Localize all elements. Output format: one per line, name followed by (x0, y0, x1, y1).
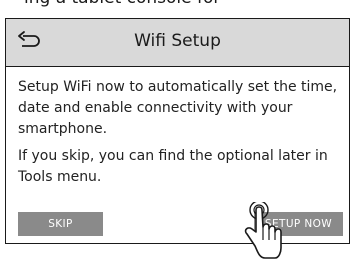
wifi-setup-dialog: Wifi Setup Setup WiFi now to automatical… (5, 18, 350, 244)
skip-button[interactable]: SKIP (18, 212, 103, 236)
hand-pointer-icon (244, 202, 282, 259)
body-paragraph-2: If you skip, you can find the optional l… (18, 148, 328, 185)
body-paragraph-1: Setup WiFi now to automatically set the … (18, 79, 338, 137)
dialog-header: Wifi Setup (6, 19, 349, 67)
dialog-title: Wifi Setup (134, 31, 221, 51)
cut-off-caption-text: ing a tablet console for (24, 0, 220, 8)
cut-off-caption: ing a tablet console for (0, 0, 355, 8)
dialog-body: Setup WiFi now to automatically set the … (18, 77, 343, 194)
